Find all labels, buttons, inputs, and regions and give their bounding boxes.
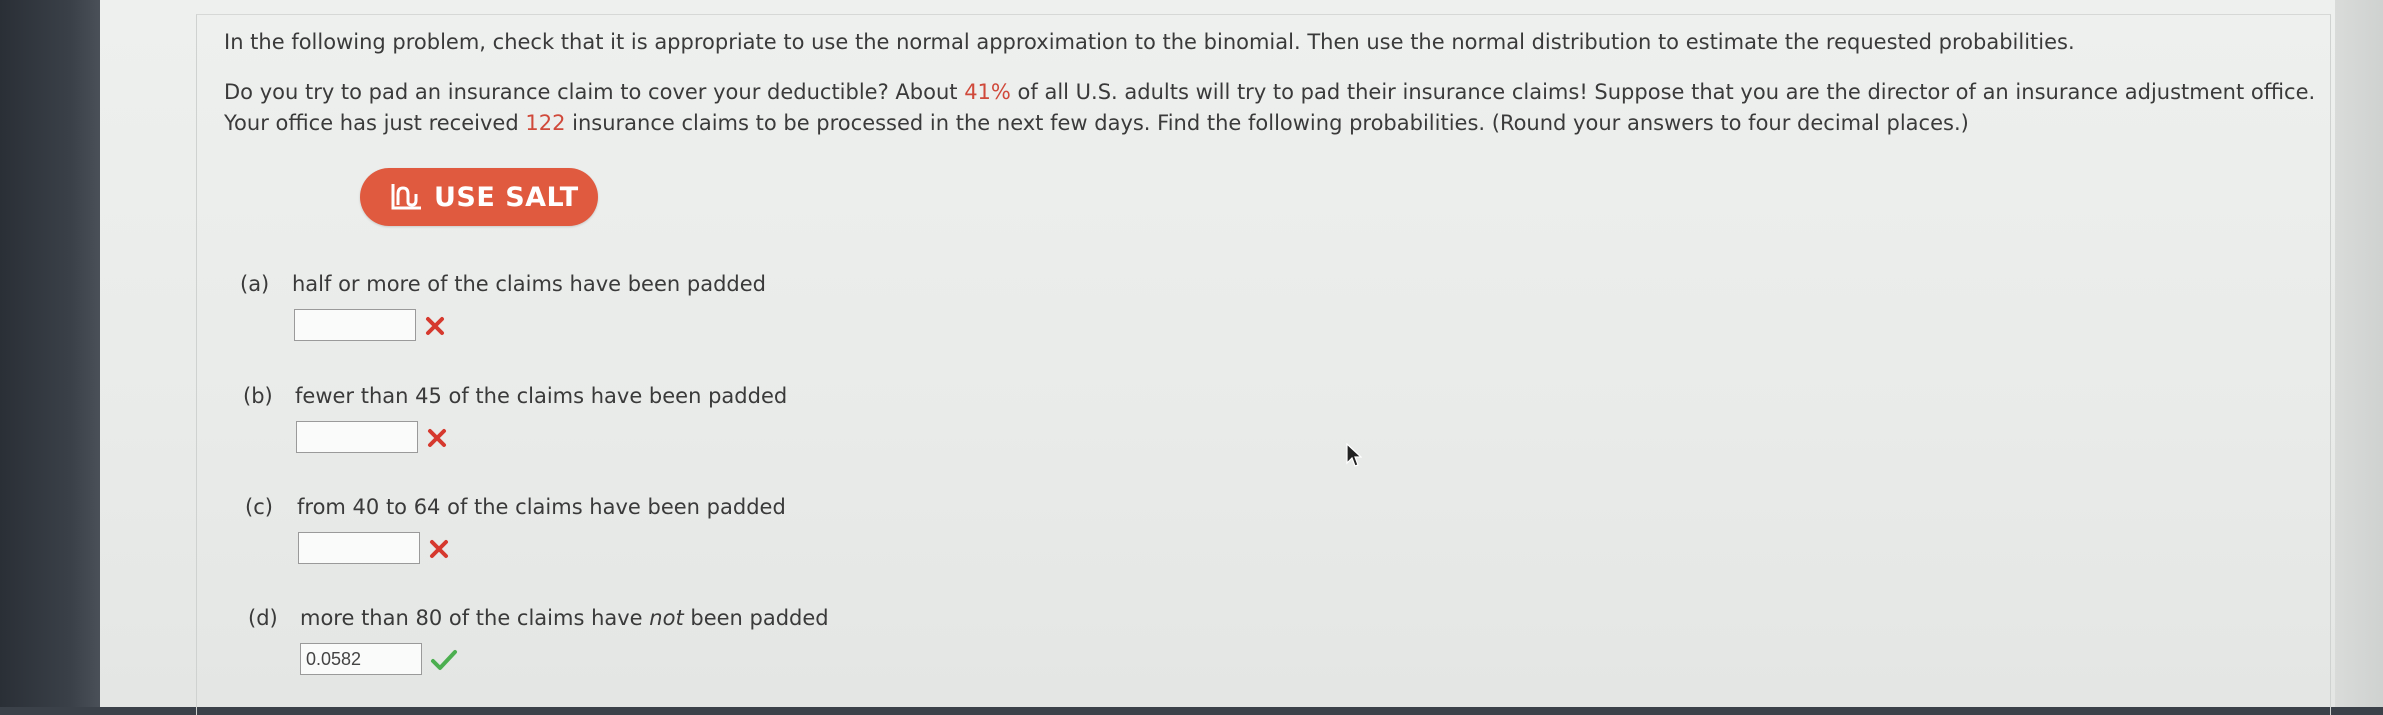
claims-count: 122 xyxy=(525,111,566,135)
correct-check-icon xyxy=(431,650,457,670)
part-d-question: (d) more than 80 of the claims have not b… xyxy=(248,606,829,630)
problem-line-1: Do you try to pad an insurance claim to … xyxy=(224,80,2316,104)
use-salt-button[interactable]: USE SALT xyxy=(360,168,598,226)
page-right-gutter xyxy=(2335,0,2383,707)
salt-chart-icon xyxy=(391,184,421,210)
screen-bezel xyxy=(0,0,100,707)
part-c-answer-input[interactable] xyxy=(298,532,420,564)
mouse-pointer-icon xyxy=(1346,443,1362,467)
part-d-answer-input[interactable] xyxy=(300,643,422,675)
problem-line-2: Your office has just received 122 insura… xyxy=(224,111,1969,135)
incorrect-x-icon xyxy=(426,317,444,335)
part-a-question: (a) half or more of the claims have been … xyxy=(240,272,766,296)
part-b-question: (b) fewer than 45 of the claims have been… xyxy=(243,384,788,408)
part-c-question: (c) from 40 to 64 of the claims have been… xyxy=(245,495,786,519)
assignment-page: In the following problem, check that it … xyxy=(100,0,2335,715)
part-b-answer-input[interactable] xyxy=(296,421,418,453)
incorrect-x-icon xyxy=(428,429,446,447)
instruction-text: In the following problem, check that it … xyxy=(224,30,2075,54)
part-a-answer-input[interactable] xyxy=(294,309,416,341)
percent-value: 41% xyxy=(964,80,1011,104)
use-salt-label: USE SALT xyxy=(434,181,579,213)
incorrect-x-icon xyxy=(430,540,448,558)
